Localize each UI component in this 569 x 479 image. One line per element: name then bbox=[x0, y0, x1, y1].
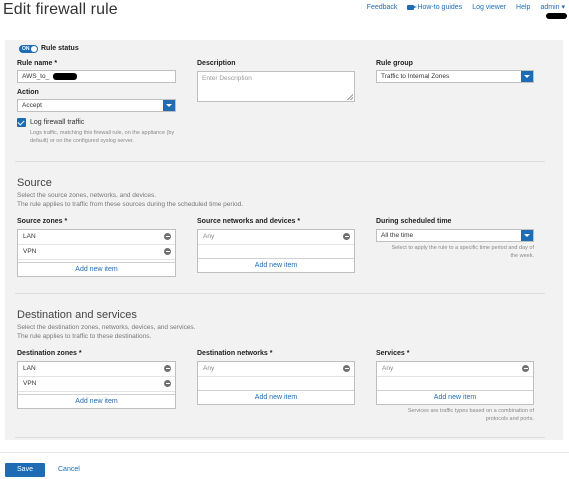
description-textarea[interactable]: Enter Description bbox=[197, 71, 355, 102]
action-label: Action bbox=[17, 89, 39, 96]
rule-status-label: Rule status bbox=[41, 45, 79, 52]
page-header: Edit firewall rule Feedback How-to guide… bbox=[0, 0, 569, 26]
toggle-on-label: ON bbox=[22, 46, 30, 52]
list-item: VPN bbox=[18, 245, 175, 260]
zone-name: LAN bbox=[23, 365, 36, 372]
remove-icon[interactable] bbox=[164, 248, 171, 255]
list-item: Any bbox=[377, 362, 533, 377]
network-name: Any bbox=[203, 233, 215, 240]
schedule-hint: Select to apply the rule to a specific t… bbox=[391, 245, 534, 259]
service-name: Any bbox=[382, 365, 394, 372]
divider bbox=[15, 437, 545, 438]
zone-name: VPN bbox=[23, 248, 37, 255]
network-name: Any bbox=[203, 365, 215, 372]
add-destination-network-button[interactable]: Add new item bbox=[198, 390, 354, 404]
zone-name: LAN bbox=[23, 233, 36, 240]
schedule-label: During scheduled time bbox=[376, 218, 452, 225]
list-item: LAN bbox=[18, 230, 175, 245]
page-title: Edit firewall rule bbox=[3, 1, 118, 18]
description-placeholder: Enter Description bbox=[202, 75, 252, 82]
chevron-down-icon: ▾ bbox=[561, 4, 565, 11]
top-navigation: Feedback How-to guides Log viewer Help a… bbox=[367, 3, 565, 12]
admin-menu[interactable]: admin ▾ bbox=[540, 3, 565, 11]
list-item: Any bbox=[198, 362, 354, 377]
rule-group-select[interactable]: Traffic to Internal Zones bbox=[376, 70, 534, 83]
services-hint: Services are traffic types based on a co… bbox=[407, 408, 534, 422]
log-viewer-link[interactable]: Log viewer bbox=[472, 4, 506, 11]
remove-icon[interactable] bbox=[522, 365, 529, 372]
add-service-button[interactable]: Add new item bbox=[377, 390, 533, 404]
zone-name: VPN bbox=[23, 380, 37, 387]
list-item: Any bbox=[198, 230, 354, 245]
destination-zones-label: Destination zones * bbox=[17, 350, 82, 357]
action-value: Accept bbox=[22, 102, 42, 109]
rule-name-input[interactable]: AWS_to_ bbox=[17, 70, 176, 83]
howto-label: How-to guides bbox=[417, 3, 463, 11]
destination-zones-list: LAN VPN Add new item bbox=[17, 361, 176, 409]
resize-grip-icon[interactable] bbox=[347, 94, 353, 100]
action-select[interactable]: Accept bbox=[17, 99, 176, 112]
destination-section-desc-1: Select the destination zones, networks, … bbox=[17, 324, 196, 331]
log-traffic-label: Log firewall traffic bbox=[30, 119, 85, 126]
rule-name-value: AWS_to_ bbox=[22, 73, 50, 80]
save-button[interactable]: Save bbox=[5, 463, 45, 477]
list-item: LAN bbox=[18, 362, 175, 377]
rule-group-label: Rule group bbox=[376, 60, 413, 67]
source-networks-label: Source networks and devices * bbox=[197, 218, 301, 225]
rule-name-label: Rule name * bbox=[17, 60, 58, 67]
toggle-knob bbox=[31, 46, 37, 52]
services-list: Any Add new item bbox=[376, 361, 534, 405]
cancel-button[interactable]: Cancel bbox=[58, 466, 80, 473]
chevron-down-icon bbox=[521, 71, 533, 82]
destination-section-title: Destination and services bbox=[17, 309, 137, 321]
source-zones-list: LAN VPN Add new item bbox=[17, 229, 176, 277]
rule-status-toggle[interactable]: ON bbox=[19, 45, 38, 53]
divider bbox=[15, 161, 545, 162]
remove-icon[interactable] bbox=[164, 365, 171, 372]
add-destination-zone-button[interactable]: Add new item bbox=[18, 394, 175, 408]
form-footer: Save Cancel bbox=[0, 452, 569, 479]
redacted-username bbox=[546, 13, 567, 19]
feedback-link[interactable]: Feedback bbox=[367, 4, 398, 11]
destination-section-desc-2: The rule applies to traffic to these des… bbox=[17, 333, 152, 340]
chevron-down-icon bbox=[163, 100, 175, 111]
source-zones-label: Source zones * bbox=[17, 218, 68, 225]
source-section-desc-1: Select the source zones, networks, and d… bbox=[17, 192, 157, 199]
remove-icon[interactable] bbox=[343, 233, 350, 240]
video-camera-icon bbox=[407, 4, 418, 10]
source-networks-list: Any Add new item bbox=[197, 229, 355, 273]
source-section-desc-2: The rule applies to traffic from these s… bbox=[17, 201, 244, 208]
rule-group-value: Traffic to Internal Zones bbox=[381, 73, 450, 80]
log-traffic-checkbox[interactable] bbox=[17, 118, 26, 127]
add-source-zone-button[interactable]: Add new item bbox=[18, 262, 175, 276]
howto-link[interactable]: How-to guides bbox=[407, 4, 462, 11]
schedule-value: All the time bbox=[381, 232, 414, 239]
destination-networks-list: Any Add new item bbox=[197, 361, 355, 405]
description-label: Description bbox=[197, 60, 236, 67]
log-traffic-hint: Logs traffic, matching this firewall rul… bbox=[30, 130, 175, 144]
source-section-title: Source bbox=[17, 177, 52, 189]
schedule-select[interactable]: All the time bbox=[376, 229, 534, 242]
services-label: Services * bbox=[376, 350, 410, 357]
chevron-down-icon bbox=[521, 230, 533, 241]
help-link[interactable]: Help bbox=[516, 4, 530, 11]
remove-icon[interactable] bbox=[343, 365, 350, 372]
remove-icon[interactable] bbox=[164, 380, 171, 387]
list-item: VPN bbox=[18, 377, 175, 392]
divider bbox=[15, 293, 545, 294]
add-source-network-button[interactable]: Add new item bbox=[198, 258, 354, 272]
remove-icon[interactable] bbox=[164, 233, 171, 240]
admin-label: admin bbox=[540, 4, 560, 11]
redacted-rule-name bbox=[53, 73, 77, 80]
destination-networks-label: Destination networks * bbox=[197, 350, 273, 357]
form-content: ON Rule status Rule name * AWS_to_ Descr… bbox=[5, 40, 563, 440]
